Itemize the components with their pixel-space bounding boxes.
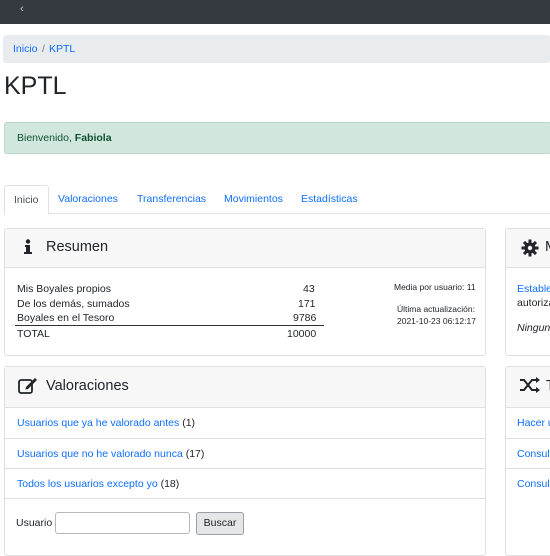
total-divider [15,325,324,326]
resumen-title: Resumen [46,239,109,255]
right-card-top: M Estable autoriza Ningun [505,228,550,356]
ultima-actualizacion-label: Última actualización: [397,304,475,314]
tab-estadisticas[interactable]: Estadísticas [301,185,358,213]
no-valorados-link[interactable]: Usuarios que no he valorado nunca [17,448,183,460]
ultima-actualizacion-value: 2021-10-23 06:12:17 [397,316,476,326]
todos-usuarios-link[interactable]: Todos los usuarios excepto yo [17,478,158,490]
edit-icon [18,378,37,394]
tab-transferencias[interactable]: Transferencias [137,185,206,213]
usuario-search-input[interactable] [55,512,190,534]
establecer-link[interactable]: Estable [517,283,550,295]
right-card-top-header: M [506,229,550,268]
welcome-user: Fabiola [74,132,112,144]
resumen-row-value: 9786 [293,312,317,324]
valorados-count: (1) [179,417,196,429]
resumen-total-label: TOTAL [17,328,50,340]
welcome-alert: Bienvenido, Fabiola [4,122,550,154]
breadcrumb: Inicio / KPTL [3,35,550,63]
consultar-link[interactable]: Consult [517,448,550,460]
right-card-bottom-header: T [506,367,550,408]
welcome-text: Bienvenido, [17,132,75,144]
divider [5,498,485,499]
breadcrumb-item-kptl[interactable]: KPTL [49,43,75,55]
chevron-left-icon[interactable]: ‹ [20,3,24,15]
list-item[interactable]: Consult [506,468,550,499]
list-item[interactable]: Usuarios que ya he valorado antes (1) [5,407,485,438]
tab-movimientos[interactable]: Movimientos [224,185,283,213]
list-item[interactable]: Consult [506,438,550,469]
consultar-link[interactable]: Consult [517,478,550,490]
resumen-row-value: 171 [298,298,316,310]
resumen-row-label: De los demás, sumados [17,298,130,310]
right-card-top-title: M [545,239,550,255]
hacer-link[interactable]: Hacer u [517,417,550,429]
valoraciones-title: Valoraciones [46,378,129,394]
buscar-button[interactable]: Buscar [196,512,244,535]
resumen-total-value: 10000 [287,328,317,340]
list-item[interactable]: Hacer u [506,407,550,438]
autorizar-text: autoriza [517,297,550,309]
list-item[interactable]: Todos los usuarios excepto yo (18) [5,468,485,499]
page-title: KPTL [4,72,67,100]
gear-icon [521,239,539,257]
breadcrumb-separator: / [42,43,45,55]
right-card-bottom-title: T [546,378,550,394]
no-valorados-count: (17) [182,448,205,460]
resumen-row-label: Mis Boyales propios [17,283,111,295]
shuffle-icon [520,377,540,393]
todos-usuarios-count: (18) [157,478,180,490]
breadcrumb-item-inicio[interactable]: Inicio [13,43,38,55]
resumen-card: Resumen Mis Boyales propios 43 De los de… [4,228,486,356]
usuario-label: Usuario [16,517,53,529]
resumen-card-header: Resumen [5,229,485,268]
info-icon [24,239,32,254]
tab-bar: Inicio Valoraciones Transferencias Movim… [4,185,550,215]
valorados-link[interactable]: Usuarios que ya he valorado antes [17,417,179,429]
valoraciones-card-header: Valoraciones [5,367,485,408]
list-item[interactable]: Usuarios que no he valorado nunca (17) [5,438,485,469]
top-navbar: ‹ [0,0,550,24]
media-por-usuario: Media por usuario: 11 [394,282,476,292]
resumen-row-label: Boyales en el Tesoro [17,312,115,324]
tab-inicio[interactable]: Inicio [4,185,49,215]
right-card-bottom: T Hacer u Consult Consult [505,366,550,556]
ninguno-text: Ningun [517,322,550,334]
resumen-row-value: 43 [303,283,315,295]
tab-valoraciones[interactable]: Valoraciones [58,185,118,213]
